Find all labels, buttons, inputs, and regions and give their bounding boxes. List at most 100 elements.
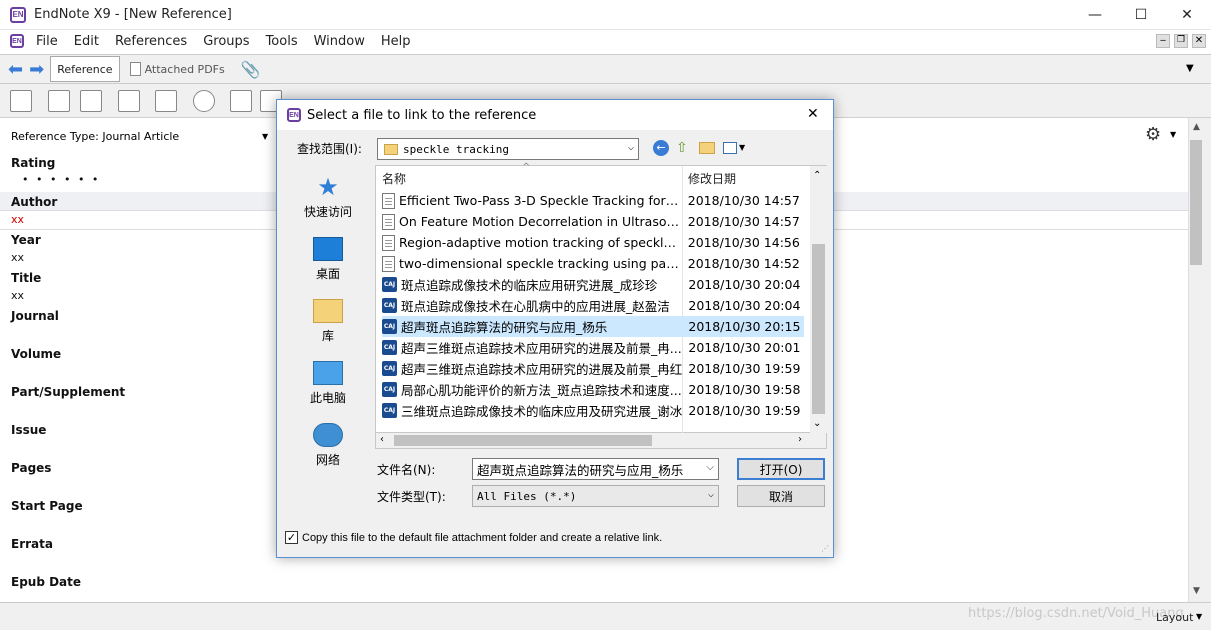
file-name: 斑点追踪成像技术在心肌病中的应用进展_赵盈洁: [401, 299, 670, 314]
endnote-app-icon: EN: [10, 6, 26, 23]
back-icon[interactable]: ←: [653, 140, 669, 156]
open-folder-icon[interactable]: [80, 90, 102, 112]
reference-type-value: Journal Article: [102, 130, 180, 143]
file-row[interactable]: On Feature Motion Decorrelation in Ultra…: [382, 211, 804, 232]
file-list-scroll-thumb[interactable]: [812, 244, 825, 414]
file-modified-date: 2018/10/30 20:01: [688, 340, 801, 355]
copy-file-checkbox[interactable]: ✓: [285, 531, 298, 544]
place-desktop[interactable]: 桌面: [285, 237, 371, 282]
up-folder-icon[interactable]: ⇧: [676, 140, 688, 156]
file-modified-date: 2018/10/30 14:52: [687, 256, 800, 271]
menu-file[interactable]: File: [28, 34, 66, 49]
reference-type-dropdown-icon[interactable]: ▼: [262, 132, 268, 141]
rating-dots[interactable]: • • • • • •: [22, 173, 100, 186]
file-row[interactable]: Region-adaptive motion tracking of speck…: [382, 232, 804, 253]
settings-chevron-icon[interactable]: ▼: [1170, 130, 1176, 139]
column-header-date[interactable]: 修改日期: [688, 170, 736, 187]
places-bar: ★ 快速访问 桌面 库 此电脑 网络: [285, 165, 371, 530]
place-network[interactable]: 网络: [285, 423, 371, 468]
file-row[interactable]: CAJ 超声三维斑点追踪技术应用研究的进展及前景_冉红 2018/10/30 19:…: [382, 358, 804, 379]
menu-references[interactable]: References: [107, 34, 195, 49]
file-row[interactable]: CAJ 斑点追踪成像技术在心肌病中的应用进展_赵盈洁 2018/10/30 20:0…: [382, 295, 804, 316]
menu-edit[interactable]: Edit: [66, 34, 107, 49]
minimize-button[interactable]: —: [1072, 0, 1118, 30]
year-label: Year: [11, 233, 41, 247]
file-list-horizontal-scrollbar[interactable]: ‹ ›: [375, 433, 827, 449]
pages-label: Pages: [11, 461, 52, 475]
file-name: 超声斑点追踪算法的研究与应用_杨乐: [401, 320, 608, 335]
editor-scroll-thumb[interactable]: [1190, 140, 1202, 265]
layout-chevron-icon[interactable]: ▼: [1196, 612, 1202, 621]
menu-tools[interactable]: Tools: [258, 34, 306, 49]
maximize-button[interactable]: ☐: [1118, 0, 1164, 30]
mdi-close-icon[interactable]: ✕: [1192, 34, 1206, 48]
tab-reference[interactable]: Reference: [50, 56, 120, 82]
link-url-icon[interactable]: [48, 90, 70, 112]
tab-menu-chevron-icon[interactable]: ▼: [1186, 63, 1194, 74]
file-row[interactable]: CAJ 三维斑点追踪成像技术的临床应用及研究进展_谢冰 2018/10/30 19:…: [382, 400, 804, 421]
mdi-restore-icon[interactable]: ❐: [1174, 34, 1188, 48]
file-row[interactable]: CAJ 局部心肌功能评价的新方法_斑点追踪技术和速度... 2018/10/30 1…: [382, 379, 804, 400]
document-icon[interactable]: EN: [10, 34, 24, 48]
new-folder-icon[interactable]: [699, 142, 715, 154]
back-arrow-icon[interactable]: ⬅: [8, 59, 23, 80]
settings-gear-icon[interactable]: ⚙: [1145, 124, 1161, 145]
find-fulltext-icon[interactable]: [155, 90, 177, 112]
horizontal-scroll-thumb[interactable]: [394, 435, 652, 446]
open-button[interactable]: 打开(O): [737, 458, 825, 480]
list-scroll-down-icon[interactable]: ⌄: [813, 418, 821, 429]
edit-reference-icon[interactable]: [118, 90, 140, 112]
file-row[interactable]: CAJ 超声斑点追踪算法的研究与应用_杨乐 2018/10/30 20:15: [382, 316, 804, 337]
file-name-input[interactable]: 超声斑点追踪算法的研究与应用_杨乐 ⌵: [472, 458, 719, 480]
dialog-close-button[interactable]: ✕: [807, 106, 819, 122]
file-modified-date: 2018/10/30 14:57: [687, 214, 800, 229]
place-quick-access[interactable]: ★ 快速访问: [285, 175, 371, 220]
file-name: 局部心肌功能评价的新方法_斑点追踪技术和速度...: [401, 383, 682, 398]
tab-attached-pdfs[interactable]: Attached PDFs: [123, 56, 231, 82]
file-row[interactable]: CAJ 斑点追踪成像技术的临床应用研究进展_成珍珍 2018/10/30 20:04: [382, 274, 804, 295]
file-modified-date: 2018/10/30 19:59: [688, 361, 801, 376]
list-scroll-left-icon[interactable]: ‹: [380, 434, 384, 445]
caj-file-icon: CAJ: [382, 340, 397, 355]
cite-while-you-write-icon[interactable]: [230, 90, 252, 112]
mdi-minimize-icon[interactable]: ‒: [1156, 34, 1170, 48]
file-type-select[interactable]: All Files (*.*) ⌵: [472, 485, 719, 507]
column-header-name[interactable]: 名称: [382, 170, 406, 187]
menu-groups[interactable]: Groups: [195, 34, 257, 49]
title-value[interactable]: xx: [11, 289, 24, 302]
scroll-down-icon[interactable]: ▼: [1193, 586, 1200, 596]
dialog-title-bar: EN Select a file to link to the referenc…: [277, 100, 833, 130]
list-scroll-right-icon[interactable]: ›: [798, 434, 802, 445]
view-menu-icon[interactable]: [723, 142, 737, 154]
insert-reference-icon[interactable]: [10, 90, 32, 112]
chart-icon[interactable]: [193, 90, 215, 112]
file-name: 超声三维斑点追踪技术应用研究的进展及前景_冉...: [401, 341, 682, 356]
file-name-label: 文件名(N):: [377, 463, 436, 477]
file-row[interactable]: Efficient Two-Pass 3-D Speckle Tracking …: [382, 190, 804, 211]
list-scroll-up-icon[interactable]: ⌃: [813, 170, 821, 181]
menu-window[interactable]: Window: [306, 34, 373, 49]
scroll-up-icon[interactable]: ▲: [1193, 122, 1200, 132]
close-button[interactable]: ✕: [1164, 0, 1210, 30]
look-in-combobox[interactable]: speckle tracking ⌵: [377, 138, 639, 160]
select-file-dialog: EN Select a file to link to the referenc…: [276, 99, 834, 558]
file-row[interactable]: CAJ 超声三维斑点追踪技术应用研究的进展及前景_冉... 2018/10/30 2…: [382, 337, 804, 358]
journal-label: Journal: [11, 309, 59, 323]
place-this-pc[interactable]: 此电脑: [285, 361, 371, 406]
menu-help[interactable]: Help: [373, 34, 419, 49]
reference-tab-bar: ⬅ ➡ Reference Attached PDFs 📎 ▼: [0, 54, 1211, 84]
file-modified-date: 2018/10/30 20:04: [688, 298, 801, 313]
resize-grip-icon[interactable]: ⋰: [821, 544, 829, 553]
file-row[interactable]: two-dimensional speckle tracking using p…: [382, 253, 804, 274]
author-value[interactable]: xx: [11, 213, 24, 226]
view-menu-chevron-icon[interactable]: ▼: [739, 143, 745, 152]
forward-arrow-icon[interactable]: ➡: [29, 59, 44, 80]
file-modified-date: 2018/10/30 14:56: [687, 235, 800, 250]
layout-button[interactable]: Layout: [1156, 611, 1193, 624]
paperclip-icon[interactable]: 📎: [241, 60, 261, 79]
reference-type-row[interactable]: Reference Type: Journal Article: [11, 130, 179, 143]
place-libraries[interactable]: 库: [285, 299, 371, 344]
copy-file-checkbox-row[interactable]: ✓ Copy this file to the default file att…: [285, 531, 662, 544]
year-value[interactable]: xx: [11, 251, 24, 264]
cancel-button[interactable]: 取消: [737, 485, 825, 507]
